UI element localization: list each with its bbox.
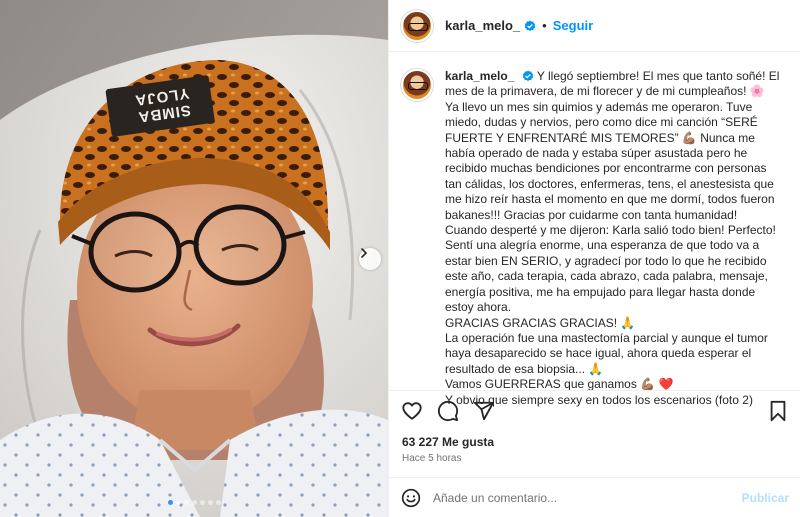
carousel-indicator [0,500,388,505]
header-username[interactable]: karla_melo_ [445,18,520,33]
carousel-dot [191,500,197,505]
caption-first-paragraph: karla_melo_ Y llegó septiembre! El mes q… [445,69,785,100]
caption-username[interactable]: karla_melo_ [445,69,514,83]
emoji-icon [401,488,421,507]
follow-button[interactable]: Seguir [553,18,593,33]
post-side-panel: karla_melo_ • Seguir karla_melo_ Y llegó… [388,0,800,517]
avatar[interactable] [401,9,433,42]
carousel-dot [207,500,213,505]
chevron-right-icon [361,248,368,258]
emoji-button[interactable] [401,488,421,508]
comment-bar: Publicar [389,477,800,517]
likes-count[interactable]: 63 227 Me gusta [402,435,494,449]
carousel-dot [183,500,189,505]
post-header: karla_melo_ • Seguir [389,0,800,52]
post-actions [389,390,800,430]
carousel-dot [167,500,173,505]
carousel-next-button[interactable] [359,248,381,270]
caption-line: GRACIAS GRACIAS GRACIAS! 🙏 [445,315,636,330]
caption-avatar[interactable] [401,69,433,101]
comment-input[interactable] [433,490,742,505]
save-button[interactable] [764,397,792,425]
caption-line: Ya llevo un mes sin quimios y además me … [445,99,775,222]
like-button[interactable] [398,397,426,425]
post-timestamp[interactable]: Hace 5 horas [402,453,461,464]
bookmark-icon [770,400,786,421]
carousel-dot [215,500,221,505]
post-photo[interactable]: SIMBA YLOJA [0,0,388,517]
comment-icon [437,400,459,421]
caption-line: La operación fue una mastectomía parcial… [445,330,768,376]
share-button[interactable] [470,397,498,425]
comment-button[interactable] [434,397,462,425]
photo-illustration [0,0,388,517]
carousel-dot [199,500,205,505]
carousel-dot [175,500,181,505]
caption-text: karla_melo_ Y llegó septiembre! El mes q… [445,69,785,407]
verified-icon [522,70,534,82]
caption-line: Cuando desperté y me dijeron: Karla sali… [445,223,776,315]
share-icon [473,401,495,420]
header-separator: • [542,18,547,33]
verified-icon [524,20,536,32]
caption-area: karla_melo_ Y llegó septiembre! El mes q… [389,52,800,407]
heart-icon [402,401,422,420]
publish-button[interactable]: Publicar [742,491,789,505]
